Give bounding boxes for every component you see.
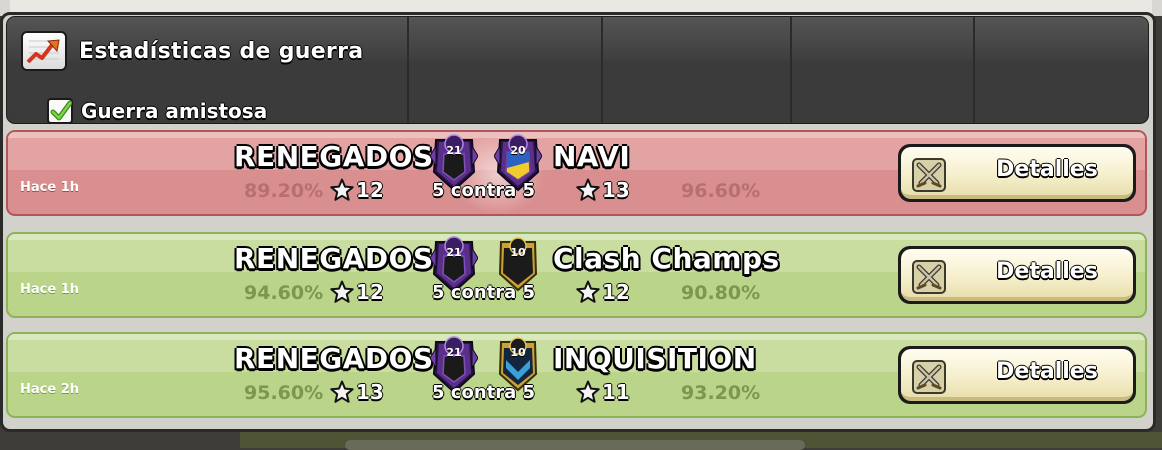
enemy-clan-level: 10 [510,246,526,259]
own-clan-level: 21 [446,246,462,259]
war-stats-title: Estadísticas de guerra [79,38,364,64]
war-size-label: 5 contra 5 [432,180,536,201]
top-strip-right-edge [1152,0,1162,16]
enemy-clan-name: Clash Champs [553,242,780,275]
own-clan-name: RENEGADOS [234,342,434,375]
enemy-clan-name: NAVI [553,140,631,173]
friendly-war-checkbox[interactable] [47,98,73,123]
details-button[interactable]: Detalles [898,246,1136,304]
own-clan-level: 21 [446,144,462,157]
war-log-entry[interactable]: Hace 1h RENEGADOS 21 10 Clash Champs 94.… [6,232,1147,318]
own-stars: 12 [330,178,384,202]
details-button-label: Detalles [996,359,1098,384]
war-time-ago: Hace 1h [20,180,80,195]
own-stars: 13 [330,380,384,404]
friendly-war-label: Guerra amistosa [81,99,268,123]
crossed-swords-icon [911,359,947,395]
enemy-destruction-percent: 90.80% [681,282,761,304]
war-time-ago: Hace 1h [20,282,80,297]
star-icon [330,178,354,202]
own-star-count: 12 [356,178,384,202]
crossed-swords-icon [911,259,947,295]
crossed-swords-icon [911,157,947,193]
war-log-header: Estadísticas de guerra Guerra amistosa [6,16,1149,124]
war-log-entry[interactable]: Hace 2h RENEGADOS 21 10 INQUISITION 95.6… [6,332,1147,418]
own-star-count: 12 [356,280,384,304]
war-size-label: 5 contra 5 [432,382,536,403]
background-scenery [240,432,1162,450]
row-highlight-band [8,334,1145,340]
enemy-stars: 12 [576,280,630,304]
line-chart-up-icon [21,31,67,71]
own-clan-level: 21 [446,346,462,359]
details-button-face: Detalles [901,349,1133,401]
enemy-star-count: 11 [602,380,630,404]
own-destruction-percent: 89.20% [244,180,324,202]
details-button-face: Detalles [901,249,1133,301]
war-size-label: 5 contra 5 [432,282,536,303]
war-time-ago: Hace 2h [20,382,80,397]
details-button-label: Detalles [996,259,1098,284]
details-button[interactable]: Detalles [898,144,1136,202]
star-icon [576,280,600,304]
details-button-face: Detalles [901,147,1133,199]
own-clan-name: RENEGADOS [234,242,434,275]
own-destruction-percent: 95.60% [244,382,324,404]
star-icon [330,380,354,404]
star-icon [576,380,600,404]
enemy-clan-name: INQUISITION [553,342,757,375]
enemy-destruction-percent: 93.20% [681,382,761,404]
details-button[interactable]: Detalles [898,346,1136,404]
details-button-label: Detalles [996,157,1098,182]
checkmark-icon [50,100,72,121]
star-icon [330,280,354,304]
background-pill [345,440,805,450]
header-column-divider [973,17,975,123]
row-highlight-band [8,132,1145,138]
enemy-stars: 13 [576,178,630,202]
enemy-clan-level: 10 [510,346,526,359]
enemy-star-count: 13 [602,178,630,202]
own-stars: 12 [330,280,384,304]
star-icon [576,178,600,202]
own-clan-name: RENEGADOS [234,140,434,173]
enemy-clan-level: 20 [510,144,526,157]
header-column-divider [790,17,792,123]
row-highlight-band [8,234,1145,240]
own-star-count: 13 [356,380,384,404]
enemy-destruction-percent: 96.60% [681,180,761,202]
enemy-stars: 11 [576,380,630,404]
header-column-divider [601,17,603,123]
war-stats-title-row[interactable]: Estadísticas de guerra [21,31,363,71]
friendly-war-filter[interactable]: Guerra amistosa [47,97,268,123]
own-destruction-percent: 94.60% [244,282,324,304]
enemy-star-count: 12 [602,280,630,304]
war-log-entry[interactable]: Hace 1h RENEGADOS 21 20 NAVI 89.20% 12 5… [6,130,1147,216]
header-column-divider [407,17,409,123]
